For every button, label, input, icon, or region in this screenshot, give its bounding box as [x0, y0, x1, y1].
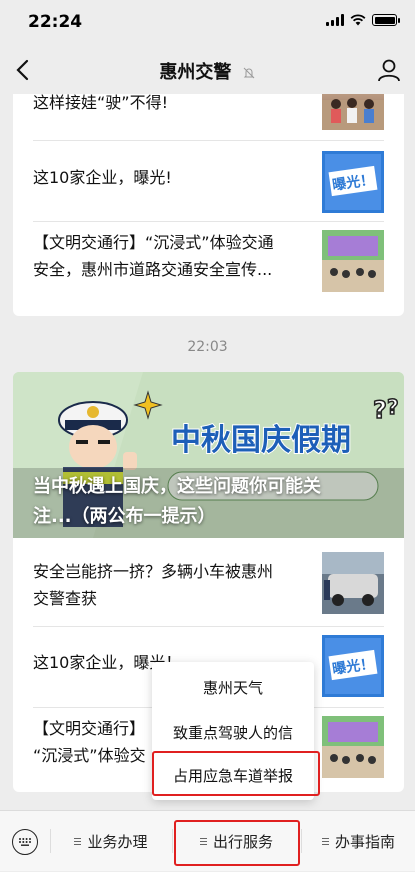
- message-timestamp: 22:03: [187, 339, 228, 355]
- profile-icon[interactable]: [375, 56, 403, 84]
- menu-tab-label: 业务办理: [87, 833, 148, 851]
- status-bar: 22:24: [0, 0, 415, 46]
- svg-text:?: ?: [373, 396, 387, 424]
- article-thumbnail: [322, 716, 384, 778]
- article-thumbnail: [322, 230, 384, 292]
- article-title: 这样接娃“驶”不得!: [33, 94, 168, 112]
- menu-lines-icon: [74, 836, 82, 847]
- highlight-box: [152, 751, 320, 796]
- article-title: 安全岂能挤一挤？多辆小车被惠州 交警查获: [33, 562, 274, 608]
- article-thumbnail: [322, 94, 384, 130]
- menu-item-weather[interactable]: 惠州天气: [152, 677, 314, 698]
- nav-title-wrap: 惠州交警: [0, 58, 415, 84]
- menu-tab-business[interactable]: 业务办理: [51, 811, 171, 872]
- wifi-icon: [350, 14, 366, 26]
- page-title: 惠州交警: [159, 62, 232, 83]
- article-thumbnail: 曝光！: [322, 151, 384, 213]
- highlight-box: [174, 820, 300, 866]
- article-title: 这10家企业，曝光!: [33, 168, 172, 187]
- menu-lines-icon: [321, 836, 329, 847]
- article-thumbnail: [322, 552, 384, 614]
- article-thumbnail: 曝光！: [322, 635, 384, 697]
- signal-icon: [326, 14, 344, 26]
- menu-tab-guide[interactable]: 办事指南: [302, 811, 415, 872]
- svg-text:?: ?: [387, 395, 399, 419]
- nav-bar: 惠州交警: [0, 46, 415, 94]
- list-item[interactable]: 这10家企业，曝光! 曝光！: [13, 141, 404, 221]
- list-item[interactable]: 【文明交通行】“沉浸式”体验交通 安全，惠州市道路交通安全宣传...: [13, 222, 404, 316]
- article-title: 【文明交通行】 “沉浸式”体验交: [33, 719, 146, 765]
- banner-image[interactable]: 中秋国庆假期 ? ? 当中秋遇上国庆，这些问题你可能关 注...（两公布一提示）: [13, 372, 404, 538]
- status-time: 22:24: [28, 12, 83, 32]
- menu-item-driver-letter[interactable]: 致重点驾驶人的信: [152, 722, 314, 743]
- banner-title: 当中秋遇上国庆，这些问题你可能关 注...（两公布一提示）: [33, 476, 321, 527]
- keyboard-icon[interactable]: [12, 829, 38, 855]
- banner-headline: 中秋国庆假期: [171, 423, 351, 458]
- battery-icon: [372, 14, 400, 26]
- menu-tab-label: 办事指南: [334, 833, 395, 851]
- mute-icon: [243, 67, 254, 79]
- status-icons: [326, 14, 400, 26]
- list-item[interactable]: 这样接娃“驶”不得!: [13, 94, 404, 140]
- list-item[interactable]: 安全岂能挤一挤？多辆小车被惠州 交警查获: [13, 538, 404, 626]
- article-card-previous: 这样接娃“驶”不得! 这10家企业，曝光! 曝光！ 【文明交通行】“沉浸式”体验…: [13, 94, 404, 316]
- article-title: 【文明交通行】“沉浸式”体验交通 安全，惠州市道路交通安全宣传...: [33, 233, 274, 279]
